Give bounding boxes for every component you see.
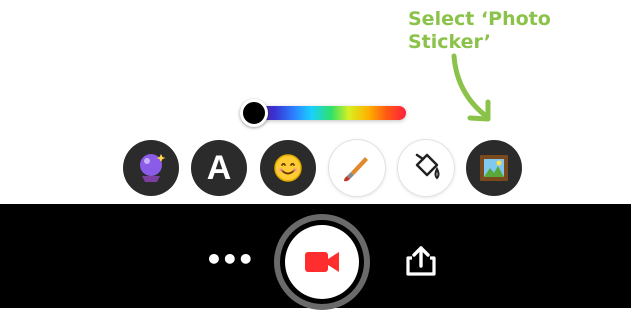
text-button[interactable]: A [191, 140, 247, 196]
paint-bucket-icon [415, 153, 440, 180]
video-camera-icon [305, 252, 339, 272]
share-upload-icon[interactable] [404, 244, 438, 278]
more-options-button[interactable]: ••• [205, 246, 255, 278]
instruction-annotation: Select ‘Photo Sticker’ [408, 8, 608, 54]
color-spectrum-track[interactable] [256, 106, 406, 120]
effects-button[interactable] [123, 140, 179, 196]
smiley-face-icon [274, 154, 302, 182]
text-icon: A [206, 148, 232, 187]
record-button-inner[interactable] [285, 225, 359, 299]
brush-button[interactable] [329, 140, 385, 196]
record-button[interactable] [274, 214, 370, 310]
crystal-ball-icon [140, 154, 166, 182]
color-slider[interactable] [240, 99, 410, 127]
photo-sticker-button[interactable] [466, 140, 522, 196]
photo-sticker-icon [480, 155, 508, 181]
annotation-arrow-icon [451, 53, 491, 122]
annotation-line-1: Select ‘Photo [408, 8, 551, 30]
emoji-sticker-button[interactable] [260, 140, 316, 196]
paintbrush-icon [344, 157, 368, 182]
fill-button[interactable] [398, 140, 454, 196]
color-slider-knob[interactable] [240, 99, 268, 127]
annotation-line-2: Sticker’ [408, 31, 491, 53]
